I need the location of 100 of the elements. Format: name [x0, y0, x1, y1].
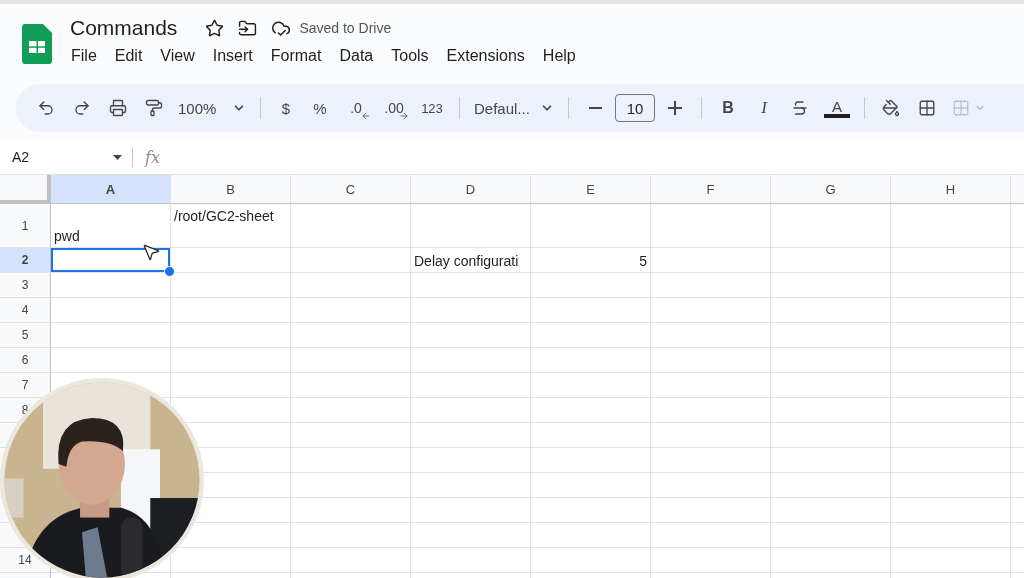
- table-cell[interactable]: [291, 298, 411, 323]
- table-cell[interactable]: [291, 423, 411, 448]
- table-cell[interactable]: [651, 523, 771, 548]
- text-color-button[interactable]: A: [820, 93, 854, 123]
- table-cell[interactable]: [51, 323, 171, 348]
- table-cell[interactable]: [771, 204, 891, 248]
- sheets-logo-icon[interactable]: [22, 24, 52, 64]
- table-cell[interactable]: [771, 348, 891, 373]
- table-cell[interactable]: [411, 323, 531, 348]
- table-cell[interactable]: [771, 323, 891, 348]
- table-cell[interactable]: [291, 204, 411, 248]
- italic-button[interactable]: I: [748, 93, 780, 123]
- table-cell[interactable]: [291, 273, 411, 298]
- table-cell[interactable]: [411, 373, 531, 398]
- table-cell[interactable]: [891, 498, 1011, 523]
- menu-item[interactable]: Format: [261, 44, 331, 68]
- table-cell[interactable]: [411, 473, 531, 498]
- table-cell[interactable]: [291, 448, 411, 473]
- row-header[interactable]: 2: [0, 248, 51, 273]
- row-header[interactable]: 5: [0, 323, 51, 348]
- table-cell[interactable]: [771, 298, 891, 323]
- table-cell[interactable]: [651, 204, 771, 248]
- table-cell[interactable]: [411, 498, 531, 523]
- table-cell[interactable]: Delay configurati: [411, 248, 531, 273]
- table-cell[interactable]: [771, 423, 891, 448]
- table-cell[interactable]: [171, 298, 291, 323]
- table-cell[interactable]: [771, 248, 891, 273]
- table-cell[interactable]: [771, 448, 891, 473]
- dropdown-button[interactable]: 100%: [174, 93, 250, 123]
- table-cell[interactable]: [531, 323, 651, 348]
- column-header[interactable]: D: [411, 175, 531, 204]
- fill-handle[interactable]: [164, 266, 175, 277]
- table-cell[interactable]: [651, 273, 771, 298]
- table-cell[interactable]: [891, 204, 1011, 248]
- table-cell[interactable]: [531, 373, 651, 398]
- table-cell[interactable]: [891, 473, 1011, 498]
- table-cell[interactable]: [291, 398, 411, 423]
- row-header[interactable]: 6: [0, 348, 51, 373]
- table-cell[interactable]: [291, 523, 411, 548]
- column-header[interactable]: H: [891, 175, 1011, 204]
- table-cell[interactable]: [651, 398, 771, 423]
- row-header[interactable]: 7: [0, 373, 51, 398]
- table-cell[interactable]: [411, 298, 531, 323]
- table-cell[interactable]: [651, 323, 771, 348]
- table-cell[interactable]: [531, 204, 651, 248]
- table-cell[interactable]: [891, 548, 1011, 573]
- table-cell[interactable]: [771, 473, 891, 498]
- menu-item[interactable]: Edit: [105, 44, 152, 68]
- table-cell[interactable]: [531, 273, 651, 298]
- table-cell[interactable]: [771, 498, 891, 523]
- table-cell[interactable]: [891, 298, 1011, 323]
- table-cell[interactable]: [291, 498, 411, 523]
- menu-item[interactable]: File: [62, 44, 106, 68]
- table-cell[interactable]: [891, 248, 1011, 273]
- select-all-corner[interactable]: [0, 175, 51, 204]
- table-cell[interactable]: [891, 323, 1011, 348]
- table-cell[interactable]: [531, 398, 651, 423]
- dropdown-button[interactable]: Defaul...: [470, 93, 558, 123]
- format-button[interactable]: %: [305, 93, 335, 123]
- table-cell[interactable]: [651, 423, 771, 448]
- menu-item[interactable]: Extensions: [437, 44, 534, 68]
- table-cell[interactable]: [651, 473, 771, 498]
- format-button[interactable]: 123: [415, 93, 449, 123]
- menu-item[interactable]: Tools: [382, 44, 438, 68]
- folder-icon[interactable]: [238, 18, 258, 38]
- row-header[interactable]: 4: [0, 298, 51, 323]
- table-cell[interactable]: [651, 548, 771, 573]
- table-cell[interactable]: [411, 523, 531, 548]
- table-cell[interactable]: [411, 448, 531, 473]
- table-cell[interactable]: /root/GC2-sheet: [171, 204, 291, 248]
- font-size-field[interactable]: 10: [615, 94, 655, 122]
- column-header[interactable]: C: [291, 175, 411, 204]
- table-cell[interactable]: [891, 423, 1011, 448]
- table-cell[interactable]: [891, 373, 1011, 398]
- bold-button[interactable]: B: [712, 93, 744, 123]
- table-cell[interactable]: [291, 373, 411, 398]
- table-cell[interactable]: [291, 548, 411, 573]
- table-cell[interactable]: [291, 348, 411, 373]
- document-title[interactable]: Commands: [70, 16, 178, 40]
- column-header[interactable]: G: [771, 175, 891, 204]
- table-cell[interactable]: [411, 548, 531, 573]
- table-cell[interactable]: [771, 548, 891, 573]
- table-cell[interactable]: [531, 448, 651, 473]
- table-cell[interactable]: [771, 273, 891, 298]
- table-cell[interactable]: [651, 248, 771, 273]
- table-cell[interactable]: [651, 298, 771, 323]
- table-cell[interactable]: [531, 523, 651, 548]
- table-cell[interactable]: [891, 398, 1011, 423]
- table-cell[interactable]: [171, 273, 291, 298]
- table-cell[interactable]: [411, 348, 531, 373]
- table-cell[interactable]: [531, 498, 651, 523]
- format-button[interactable]: $: [271, 93, 301, 123]
- table-cell[interactable]: [411, 204, 531, 248]
- decrease-decimal-button[interactable]: .0: [339, 93, 373, 123]
- table-cell[interactable]: [51, 298, 171, 323]
- menu-item[interactable]: Insert: [203, 44, 262, 68]
- menu-item[interactable]: Help: [533, 44, 585, 68]
- table-cell[interactable]: [651, 448, 771, 473]
- table-cell[interactable]: [651, 498, 771, 523]
- table-cell[interactable]: [531, 548, 651, 573]
